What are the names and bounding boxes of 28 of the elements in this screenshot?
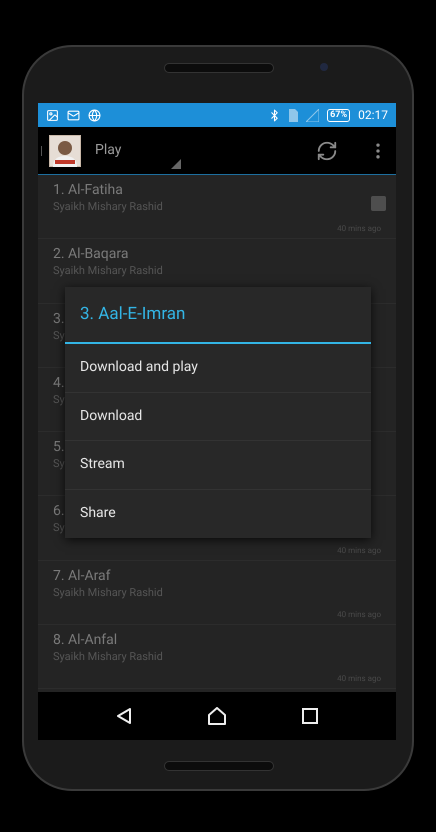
globe-icon <box>88 108 101 122</box>
screen-title[interactable]: Play <box>95 140 122 161</box>
track-title: 1. Al-Fatiha <box>53 181 123 199</box>
battery-level: 67% <box>327 108 350 122</box>
image-icon <box>46 108 59 122</box>
dialog-title: 3. Aal-E-Imran <box>65 287 371 344</box>
signal-icon <box>306 108 320 122</box>
mail-icon <box>67 108 80 122</box>
clock-time: 02:17 <box>358 107 388 124</box>
refresh-icon[interactable] <box>316 140 338 162</box>
menu-option[interactable]: Stream <box>65 441 371 490</box>
recent-apps-icon[interactable] <box>302 708 318 724</box>
track-title: 8. Al-Anfal <box>53 631 118 650</box>
track-title: 4. <box>53 374 65 392</box>
checkbox[interactable] <box>371 196 386 211</box>
menu-option[interactable]: Download and play <box>65 344 371 392</box>
sim-card-icon <box>289 108 298 122</box>
track-title: 7. Al-Araf <box>53 566 111 585</box>
track-title: 3. <box>53 310 65 328</box>
track-title: 5. <box>53 438 65 456</box>
camera-lens <box>320 63 328 71</box>
menu-option[interactable]: Share <box>65 490 371 538</box>
dropdown-corner-icon[interactable] <box>171 158 182 168</box>
back-icon[interactable] <box>116 707 132 725</box>
home-icon[interactable] <box>206 707 227 725</box>
track-title: 6. <box>53 502 65 520</box>
menu-option[interactable]: Download <box>65 392 371 441</box>
track-title: 2. Al-Baqara <box>53 245 128 264</box>
